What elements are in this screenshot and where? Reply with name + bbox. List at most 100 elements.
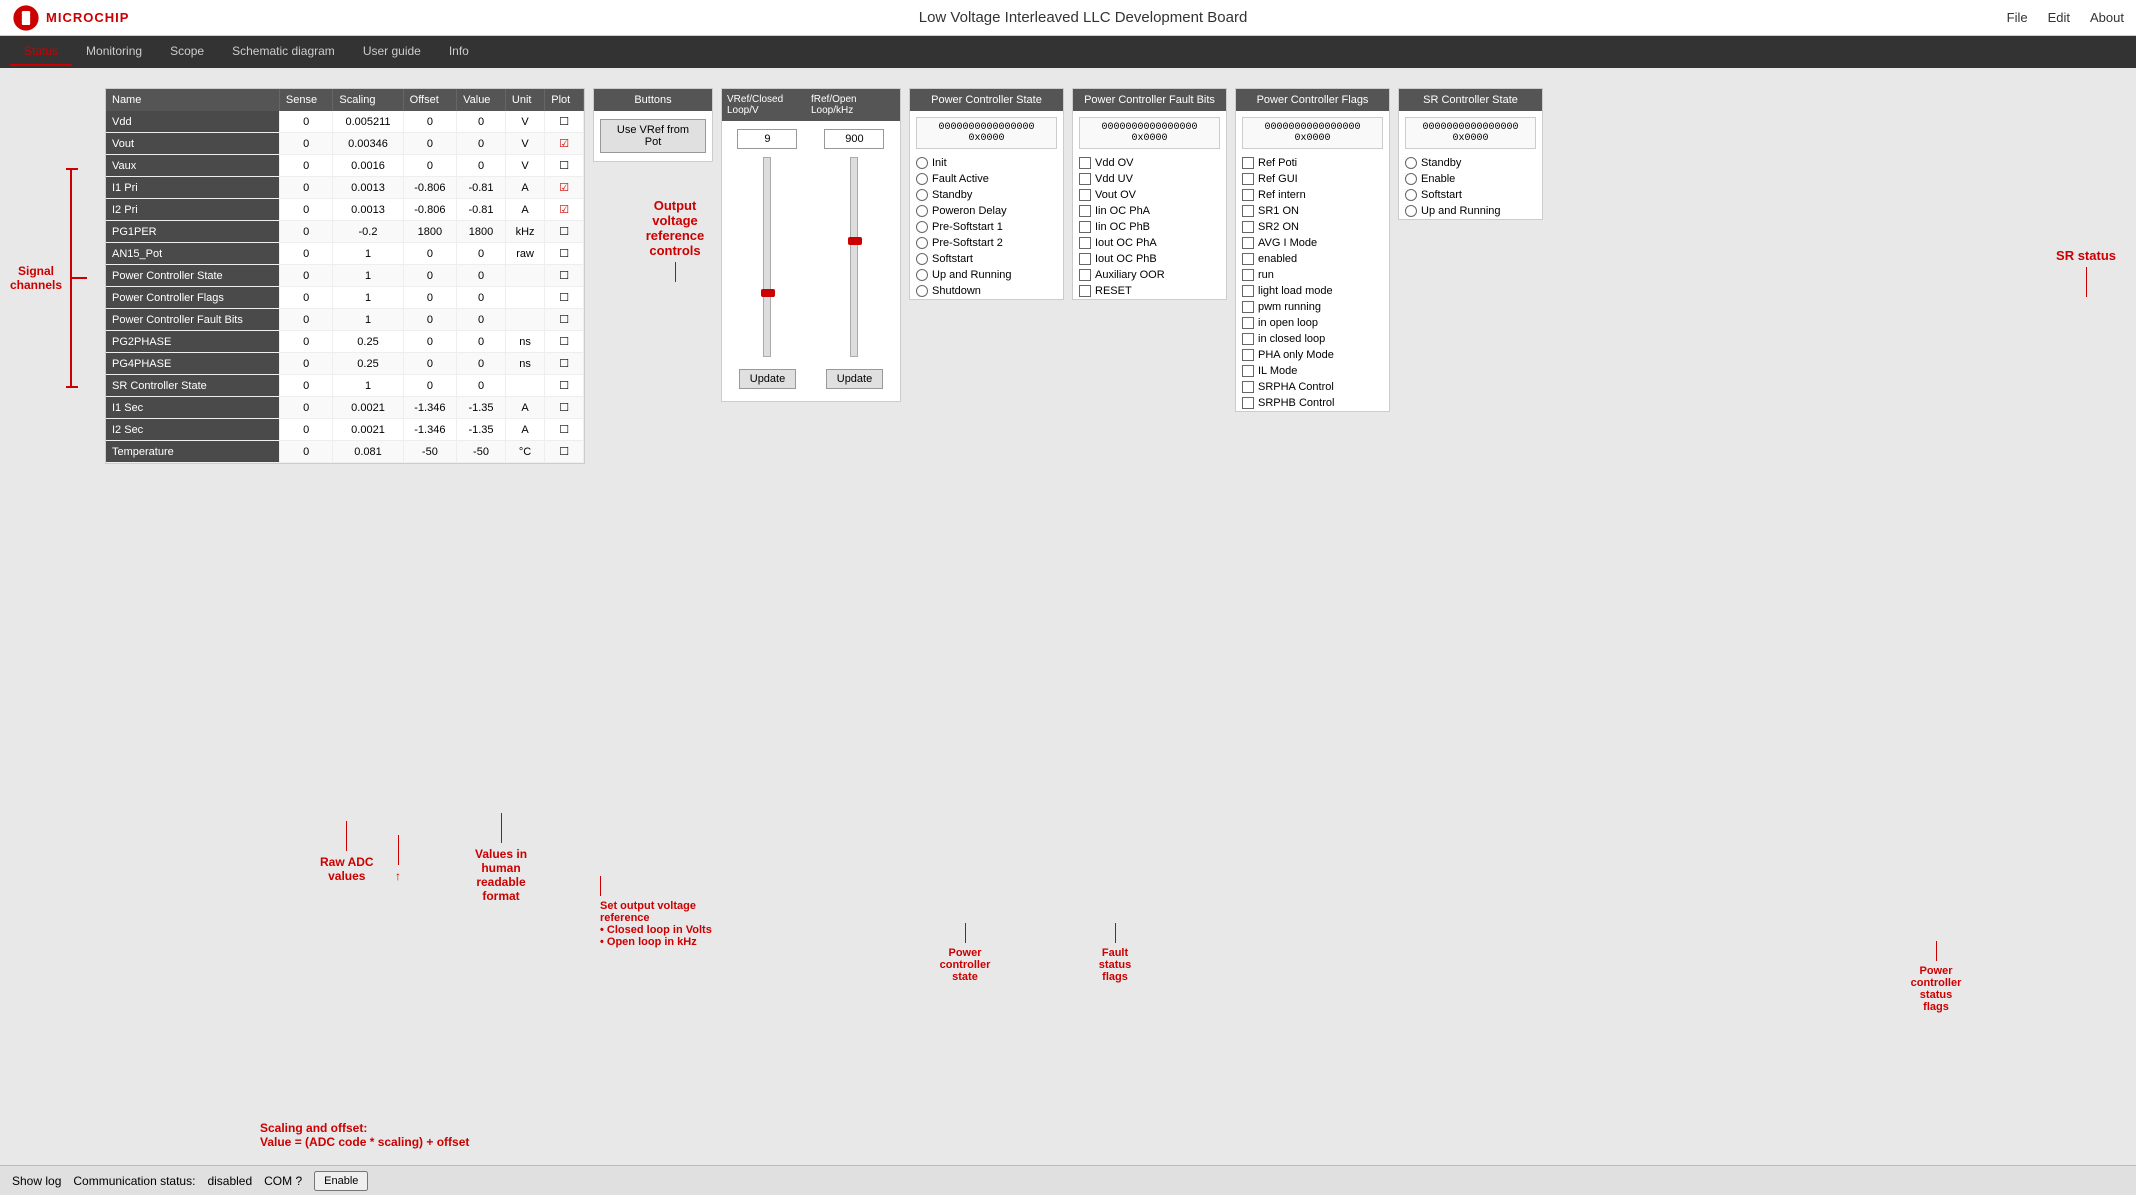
cell-plot[interactable]: ☑ bbox=[545, 133, 584, 155]
checkbox-item[interactable]: enabled bbox=[1236, 251, 1389, 267]
cell-plot[interactable]: ☐ bbox=[545, 375, 584, 397]
tab-info[interactable]: Info bbox=[435, 38, 483, 66]
cell-name: I1 Sec bbox=[106, 397, 279, 419]
checkbox-item[interactable]: Auxiliary OOR bbox=[1073, 267, 1226, 283]
cell-plot[interactable]: ☐ bbox=[545, 309, 584, 331]
cell-plot[interactable]: ☐ bbox=[545, 155, 584, 177]
logo-text: Microchip bbox=[46, 10, 129, 25]
checkbox-item[interactable]: Vdd OV bbox=[1073, 155, 1226, 171]
tab-monitoring[interactable]: Monitoring bbox=[72, 38, 156, 66]
cell-unit: °C bbox=[505, 441, 544, 463]
radio-item[interactable]: Standby bbox=[1399, 155, 1542, 171]
radio-item[interactable]: Enable bbox=[1399, 171, 1542, 187]
radio-circle bbox=[916, 205, 928, 217]
enable-button[interactable]: Enable bbox=[314, 1171, 368, 1191]
radio-item[interactable]: Pre-Softstart 1 bbox=[910, 219, 1063, 235]
radio-item[interactable]: Up and Running bbox=[910, 267, 1063, 283]
checkbox-item[interactable]: SRPHB Control bbox=[1236, 395, 1389, 411]
checkbox-item[interactable]: Ref intern bbox=[1236, 187, 1389, 203]
cell-plot[interactable]: ☐ bbox=[545, 287, 584, 309]
vref-open-slider[interactable] bbox=[850, 157, 858, 357]
checkbox-item[interactable]: IL Mode bbox=[1236, 363, 1389, 379]
checkbox-item[interactable]: RESET bbox=[1073, 283, 1226, 299]
tab-status[interactable]: Status bbox=[10, 38, 72, 66]
cell-plot[interactable]: ☐ bbox=[545, 397, 584, 419]
cell-plot[interactable]: ☐ bbox=[545, 243, 584, 265]
cell-plot[interactable]: ☑ bbox=[545, 199, 584, 221]
checkbox-label: SRPHA Control bbox=[1258, 381, 1334, 393]
checkbox-item[interactable]: in closed loop bbox=[1236, 331, 1389, 347]
checkbox-label: RESET bbox=[1095, 285, 1132, 297]
radio-item[interactable]: Poweron Delay bbox=[910, 203, 1063, 219]
cell-plot[interactable]: ☑ bbox=[545, 177, 584, 199]
sr-controller-state-items: StandbyEnableSoftstartUp and Running bbox=[1399, 155, 1542, 219]
table-row: Vout 0 0.00346 0 0 V ☑ bbox=[106, 133, 584, 155]
cell-value: 0 bbox=[457, 309, 506, 331]
checkbox-item[interactable]: pwm running bbox=[1236, 299, 1389, 315]
radio-item[interactable]: Standby bbox=[910, 187, 1063, 203]
use-vref-button[interactable]: Use VRef from Pot bbox=[600, 119, 706, 153]
cell-sense: 0 bbox=[279, 177, 332, 199]
cell-scaling: 0.081 bbox=[333, 441, 403, 463]
vref-update-open-button[interactable]: Update bbox=[826, 369, 883, 389]
checkbox-item[interactable]: AVG I Mode bbox=[1236, 235, 1389, 251]
checkbox-item[interactable]: Vdd UV bbox=[1073, 171, 1226, 187]
checkbox-item[interactable]: run bbox=[1236, 267, 1389, 283]
radio-item[interactable]: Fault Active bbox=[910, 171, 1063, 187]
radio-item[interactable]: Softstart bbox=[910, 251, 1063, 267]
checkbox-item[interactable]: Iout OC PhB bbox=[1073, 251, 1226, 267]
cell-name: PG4PHASE bbox=[106, 353, 279, 375]
checkbox-item[interactable]: Iout OC PhA bbox=[1073, 235, 1226, 251]
tab-user-guide[interactable]: User guide bbox=[349, 38, 435, 66]
radio-item[interactable]: Softstart bbox=[1399, 187, 1542, 203]
checkbox-item[interactable]: SR1 ON bbox=[1236, 203, 1389, 219]
tab-schematic[interactable]: Schematic diagram bbox=[218, 38, 349, 66]
checkbox-label: light load mode bbox=[1258, 285, 1333, 297]
checkbox-item[interactable]: SRPHA Control bbox=[1236, 379, 1389, 395]
radio-item[interactable]: Up and Running bbox=[1399, 203, 1542, 219]
table-row: Power Controller State 0 1 0 0 ☐ bbox=[106, 265, 584, 287]
checkbox-item[interactable]: SR2 ON bbox=[1236, 219, 1389, 235]
checkbox-item[interactable]: light load mode bbox=[1236, 283, 1389, 299]
checkbox-item[interactable]: Ref GUI bbox=[1236, 171, 1389, 187]
vref-closed-value[interactable]: 9 bbox=[737, 129, 797, 149]
cell-plot[interactable]: ☐ bbox=[545, 111, 584, 133]
radio-item[interactable]: Pre-Softstart 2 bbox=[910, 235, 1063, 251]
checkbox-label: SR1 ON bbox=[1258, 205, 1299, 217]
radio-item[interactable]: Shutdown bbox=[910, 283, 1063, 299]
cell-plot[interactable]: ☐ bbox=[545, 441, 584, 463]
col-name: Name bbox=[106, 89, 279, 111]
checkbox-item[interactable]: Iin OC PhB bbox=[1073, 219, 1226, 235]
menu-about[interactable]: About bbox=[2090, 10, 2124, 25]
vref-open-value[interactable]: 900 bbox=[824, 129, 884, 149]
show-log-button[interactable]: Show log bbox=[12, 1174, 61, 1188]
cell-plot[interactable]: ☐ bbox=[545, 221, 584, 243]
checkbox-label: Ref Poti bbox=[1258, 157, 1297, 169]
cell-sense: 0 bbox=[279, 243, 332, 265]
checkbox-item[interactable]: in open loop bbox=[1236, 315, 1389, 331]
checkbox-item[interactable]: Iin OC PhA bbox=[1073, 203, 1226, 219]
table-row: Vdd 0 0.005211 0 0 V ☐ bbox=[106, 111, 584, 133]
cell-scaling: 0.005211 bbox=[333, 111, 403, 133]
cell-plot[interactable]: ☐ bbox=[545, 331, 584, 353]
radio-label: Up and Running bbox=[932, 269, 1012, 281]
col-unit: Unit bbox=[505, 89, 544, 111]
radio-item[interactable]: Init bbox=[910, 155, 1063, 171]
menu-file[interactable]: File bbox=[2007, 10, 2028, 25]
cell-scaling: 1 bbox=[333, 287, 403, 309]
cell-name: Power Controller State bbox=[106, 265, 279, 287]
cell-plot[interactable]: ☐ bbox=[545, 353, 584, 375]
vref-closed-slider[interactable] bbox=[763, 157, 771, 357]
cell-plot[interactable]: ☐ bbox=[545, 265, 584, 287]
cell-plot[interactable]: ☐ bbox=[545, 419, 584, 441]
checkbox-item[interactable]: Ref Poti bbox=[1236, 155, 1389, 171]
checkbox-item[interactable]: Vout OV bbox=[1073, 187, 1226, 203]
tab-scope[interactable]: Scope bbox=[156, 38, 218, 66]
cell-value: 0 bbox=[457, 287, 506, 309]
checkbox-item[interactable]: PHA only Mode bbox=[1236, 347, 1389, 363]
menu-edit[interactable]: Edit bbox=[2048, 10, 2070, 25]
vref-update-closed-button[interactable]: Update bbox=[739, 369, 796, 389]
annotation-power-state: Powercontrollerstate bbox=[920, 923, 1010, 983]
radio-circle bbox=[916, 157, 928, 169]
sr-controller-state-binary: 0000000000000000 0x0000 bbox=[1405, 117, 1536, 149]
